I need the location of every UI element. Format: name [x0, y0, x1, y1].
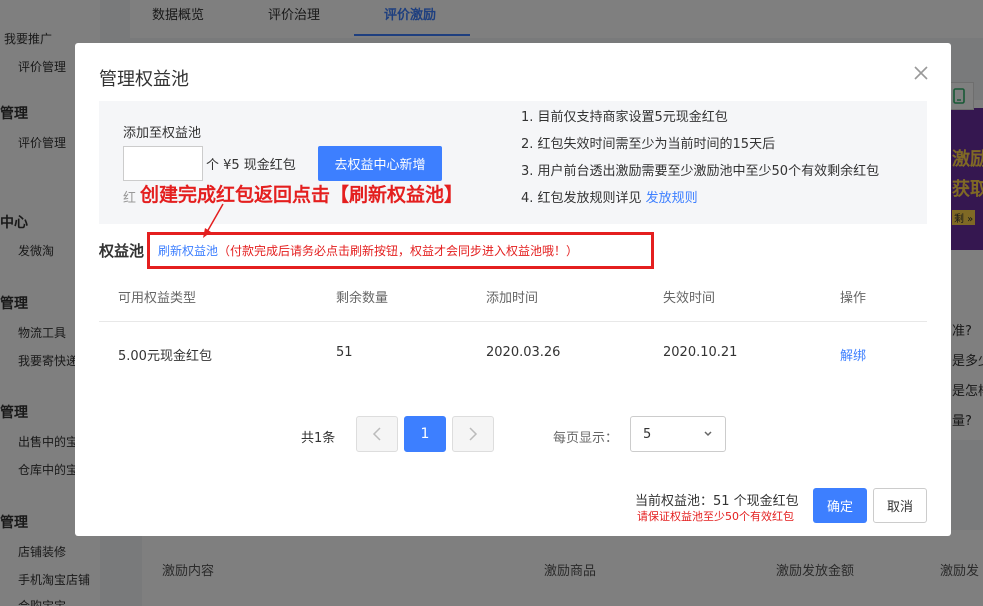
modal-title: 管理权益池 — [99, 69, 189, 90]
chevron-down-icon — [704, 431, 712, 437]
rules-list: 1. 目前仅支持商家设置5元现金红包 2. 红包失效时间需至少为当前时间的15天… — [521, 109, 879, 217]
page-1-button[interactable]: 1 — [404, 416, 446, 452]
per-page-label: 每页显示： — [553, 431, 619, 446]
add-to-pool-label: 添加至权益池 — [123, 126, 202, 141]
pool-summary: 当前权益池：51 个现金红包 — [635, 494, 799, 509]
next-page-button[interactable] — [452, 416, 494, 452]
chevron-right-icon — [469, 427, 478, 441]
rule-item: 4. 红包发放规则详见 发放规则 — [521, 190, 879, 217]
cell-expires: 2020.10.21 — [663, 345, 738, 360]
unbind-link[interactable]: 解绑 — [840, 345, 866, 364]
prev-page-button[interactable] — [356, 416, 398, 452]
quantity-input[interactable] — [123, 146, 203, 181]
annotation-callout: 创建完成红包返回点击【刷新权益池】 — [140, 184, 464, 206]
pool-section-title: 权益池 — [99, 242, 145, 260]
obscured-text: 红 — [123, 191, 137, 206]
table-header-remaining: 剩余数量 — [336, 291, 389, 306]
cancel-button[interactable]: 取消 — [873, 488, 927, 523]
cell-type: 5.00元现金红包 — [118, 349, 212, 364]
total-count: 共1条 — [301, 431, 336, 446]
rule-text: 4. 红包发放规则详见 — [521, 191, 646, 206]
per-page-value: 5 — [643, 426, 652, 442]
table-divider — [99, 321, 927, 322]
per-page-select[interactable]: 5 — [630, 416, 726, 452]
refresh-note: （付款完成后请务必点击刷新按钮，权益才会同步进入权益池哦！） — [218, 244, 579, 258]
chevron-left-icon — [372, 427, 381, 441]
rule-item: 1. 目前仅支持商家设置5元现金红包 — [521, 110, 728, 125]
refresh-highlight-box: 刷新权益池 （付款完成后请务必点击刷新按钮，权益才会同步进入权益池哦！） — [147, 232, 654, 269]
unit-label: 个 ¥5 现金红包 — [206, 158, 296, 173]
rule-item: 3. 用户前台透出激励需要至少激励池中至少50个有效剩余红包 — [521, 164, 880, 179]
confirm-button[interactable]: 确定 — [813, 488, 867, 523]
manage-pool-modal: 管理权益池 添加至权益池 个 ¥5 现金红包 去权益中心新增 红 1. 目前仅支… — [75, 43, 951, 536]
table-header-type: 可用权益类型 — [118, 291, 197, 306]
table-header-expires: 失效时间 — [663, 291, 716, 306]
go-to-benefit-center-button[interactable]: 去权益中心新增 — [318, 146, 442, 181]
close-icon[interactable] — [911, 63, 931, 83]
cell-added: 2020.03.26 — [486, 345, 561, 360]
table-header-added: 添加时间 — [486, 291, 539, 306]
rule-item: 2. 红包失效时间需至少为当前时间的15天后 — [521, 137, 776, 152]
distribution-rules-link[interactable]: 发放规则 — [646, 191, 698, 206]
pool-warning: 请保证权益池至少50个有效红包 — [637, 510, 794, 523]
cell-remaining: 51 — [336, 345, 353, 360]
table-header-action: 操作 — [840, 291, 867, 306]
refresh-pool-link[interactable]: 刷新权益池 — [158, 242, 218, 259]
